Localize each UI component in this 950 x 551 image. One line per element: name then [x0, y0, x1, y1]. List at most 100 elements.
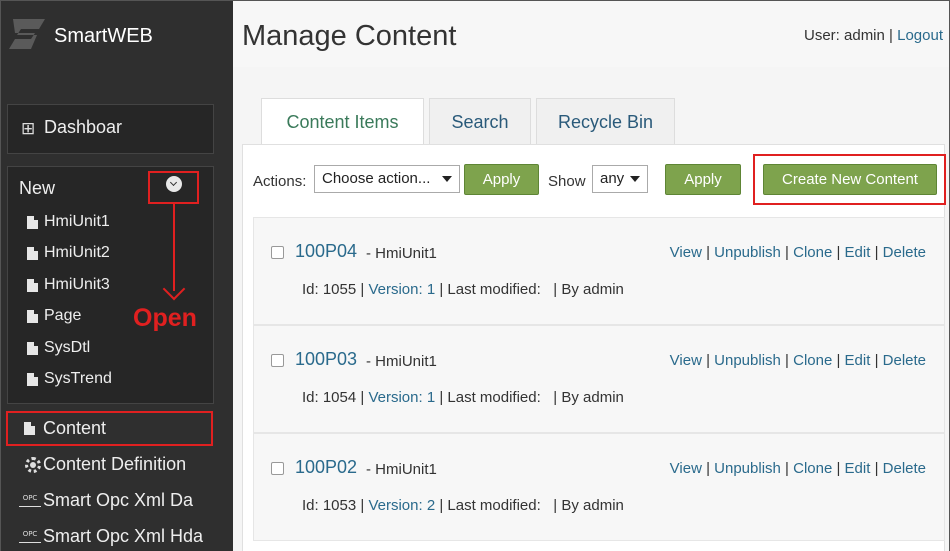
tab-recycle-bin[interactable]: Recycle Bin [536, 98, 675, 144]
apply-actions-button[interactable]: Apply [464, 164, 539, 195]
select-checkbox[interactable] [271, 246, 284, 259]
view-link[interactable]: View [670, 352, 702, 369]
edit-link[interactable]: Edit [845, 460, 871, 477]
sidebar: SmartWEB ⊞ Dashboar New HmiUnit1 HmiUnit… [1, 1, 233, 551]
sidebar-item-smart-opc-xml-da[interactable]: OPC Smart Opc Xml Da [11, 485, 211, 515]
item-type: - HmiUnit1 [366, 461, 437, 478]
user-label: User: admin | [804, 27, 893, 44]
select-checkbox[interactable] [271, 462, 284, 475]
separator: | [870, 352, 883, 369]
edit-link[interactable]: Edit [845, 244, 871, 261]
new-item-hmiunit2[interactable]: HmiUnit2 [22, 243, 202, 265]
item-modified: | Last modified: | By admin [435, 389, 624, 406]
item-name-link[interactable]: 100P02 [295, 457, 357, 478]
item-actions: View | Unpublish | Clone | Edit | Delete [670, 244, 926, 261]
caret-down-icon [442, 176, 452, 182]
highlight-create-box [753, 154, 946, 205]
show-select-value: any [600, 170, 625, 187]
item-actions: View | Unpublish | Clone | Edit | Delete [670, 460, 926, 477]
item-actions: View | Unpublish | Clone | Edit | Delete [670, 352, 926, 369]
separator: | [870, 460, 883, 477]
new-item-systrend[interactable]: SysTrend [22, 369, 202, 391]
opc-icon: OPC [19, 493, 41, 507]
item-modified: | Last modified: | By admin [435, 497, 624, 514]
document-icon [27, 342, 38, 355]
tab-search[interactable]: Search [429, 98, 531, 144]
separator: | [832, 460, 845, 477]
new-item-label: Page [44, 307, 82, 324]
item-id: Id: 1053 | [302, 497, 365, 514]
item-name-link[interactable]: 100P03 [295, 349, 357, 370]
show-label: Show [548, 173, 586, 190]
actions-label: Actions: [253, 173, 307, 190]
new-item-label: HmiUnit2 [44, 244, 110, 261]
brand[interactable]: SmartWEB [7, 15, 227, 59]
sidebar-item-label: Smart Opc Xml Da [43, 490, 194, 510]
sidebar-item-label: Smart Opc Xml Hda [43, 526, 204, 546]
new-item-hmiunit1[interactable]: HmiUnit1 [22, 212, 202, 234]
smartweb-logo-icon [9, 19, 45, 49]
new-item-label: SysDtl [44, 339, 91, 356]
separator: | [780, 352, 794, 369]
item-meta: Id: 1054 | Version: 1 | Last modified: |… [302, 389, 624, 406]
unpublish-link[interactable]: Unpublish [714, 352, 781, 369]
item-id: Id: 1054 | [302, 389, 365, 406]
separator: | [780, 460, 794, 477]
version-link[interactable]: Version: 1 [368, 281, 435, 298]
new-section-title: New [19, 178, 56, 198]
logout-link[interactable]: Logout [897, 27, 943, 44]
show-select[interactable]: any [592, 165, 648, 193]
delete-link[interactable]: Delete [883, 244, 926, 261]
sidebar-item-smart-opc-xml-hda[interactable]: OPC Smart Opc Xml Hda [11, 521, 211, 551]
separator: | [701, 460, 715, 477]
sidebar-item-label: Dashboar [44, 117, 123, 137]
new-item-label: HmiUnit1 [44, 213, 110, 230]
view-link[interactable]: View [670, 244, 702, 261]
separator: | [780, 244, 794, 261]
item-modified: | Last modified: | By admin [435, 281, 624, 298]
separator: | [832, 244, 845, 261]
caret-down-icon [630, 176, 640, 182]
tab-content-items[interactable]: Content Items [261, 98, 424, 146]
sidebar-item-label: Content Definition [43, 454, 187, 474]
document-icon [27, 373, 38, 386]
document-icon [27, 216, 38, 229]
new-item-sysdtl[interactable]: SysDtl [22, 338, 202, 360]
sidebar-item-content-definition[interactable]: Content Definition [11, 449, 211, 479]
page-title: Manage Content [242, 20, 457, 52]
highlight-toggle-box [148, 171, 199, 204]
version-link[interactable]: Version: 2 [368, 497, 435, 514]
item-meta: Id: 1055 | Version: 1 | Last modified: |… [302, 281, 624, 298]
actions-select[interactable]: Choose action... [314, 165, 460, 193]
unpublish-link[interactable]: Unpublish [714, 460, 781, 477]
separator: | [832, 352, 845, 369]
item-meta: Id: 1053 | Version: 2 | Last modified: |… [302, 497, 624, 514]
brand-name: SmartWEB [54, 25, 153, 47]
user-info: User: admin | Logout [804, 27, 943, 44]
clone-link[interactable]: Clone [793, 352, 832, 369]
document-icon [27, 279, 38, 292]
highlight-content-box [6, 411, 213, 446]
list-item: 100P04 - HmiUnit1 View | Unpublish | Clo… [253, 217, 945, 325]
list-item: 100P02 - HmiUnit1 View | Unpublish | Clo… [253, 433, 945, 541]
actions-select-value: Choose action... [322, 170, 431, 187]
item-name-link[interactable]: 100P04 [295, 241, 357, 262]
unpublish-link[interactable]: Unpublish [714, 244, 781, 261]
clone-link[interactable]: Clone [793, 460, 832, 477]
item-id: Id: 1055 | [302, 281, 365, 298]
sidebar-item-dashboard[interactable]: ⊞ Dashboar [7, 104, 214, 154]
view-link[interactable]: View [670, 460, 702, 477]
opc-icon: OPC [19, 529, 41, 543]
dashboard-grid-icon: ⊞ [21, 119, 36, 138]
apply-show-button[interactable]: Apply [665, 164, 741, 195]
separator: | [701, 244, 715, 261]
edit-link[interactable]: Edit [845, 352, 871, 369]
new-item-label: SysTrend [44, 370, 112, 387]
delete-link[interactable]: Delete [883, 460, 926, 477]
select-checkbox[interactable] [271, 354, 284, 367]
clone-link[interactable]: Clone [793, 244, 832, 261]
new-item-label: HmiUnit3 [44, 276, 110, 293]
delete-link[interactable]: Delete [883, 352, 926, 369]
version-link[interactable]: Version: 1 [368, 389, 435, 406]
document-icon [27, 310, 38, 323]
